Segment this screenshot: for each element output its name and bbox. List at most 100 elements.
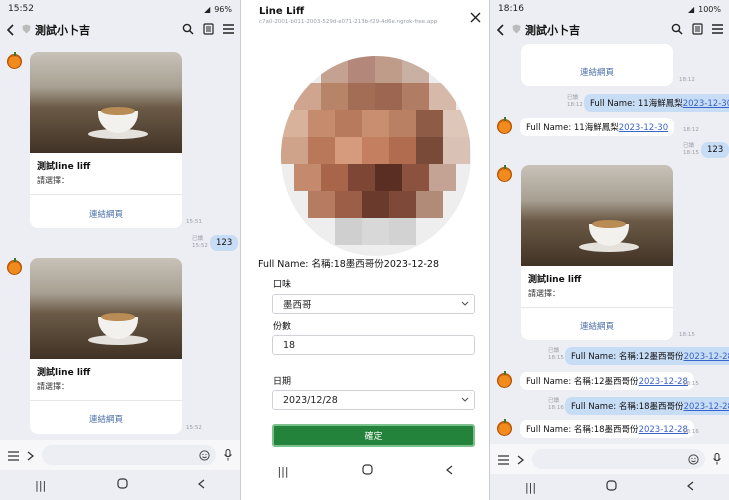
- message-time: 18:16: [548, 405, 564, 411]
- back-nav-icon[interactable]: [197, 479, 205, 492]
- bot-avatar[interactable]: [7, 258, 22, 275]
- bot-avatar[interactable]: [497, 117, 512, 134]
- message-time: 18:15: [683, 381, 699, 387]
- recent-apps-icon[interactable]: |||: [525, 481, 536, 494]
- system-nav-bar: |||: [490, 474, 729, 500]
- signal-icon: ◢: [687, 4, 695, 14]
- message-time: 18:12: [679, 77, 695, 83]
- card-link-button[interactable]: 連結網頁: [521, 66, 673, 78]
- back-icon[interactable]: [6, 24, 16, 36]
- outgoing-message: 123: [701, 142, 729, 158]
- read-receipt: 已讀: [192, 236, 204, 242]
- outgoing-message: 123: [210, 235, 239, 251]
- confirm-button[interactable]: 確定: [272, 424, 475, 447]
- notes-icon[interactable]: [692, 22, 703, 38]
- read-receipt: 已讀: [548, 398, 560, 404]
- date-link[interactable]: 2023-12-28: [639, 377, 688, 387]
- card-link-button[interactable]: 連結網頁: [521, 320, 673, 332]
- menu-icon[interactable]: [8, 446, 19, 465]
- message-time: 15:51: [186, 219, 202, 225]
- card-subtitle: 請選擇：: [37, 382, 69, 391]
- menu-icon[interactable]: [223, 23, 234, 37]
- home-icon[interactable]: [606, 480, 617, 494]
- close-icon[interactable]: [470, 8, 481, 27]
- chevron-right-icon[interactable]: [517, 450, 525, 469]
- emoji-icon[interactable]: [199, 446, 210, 465]
- liff-card: 測試line liff 請選擇： 連結網頁: [30, 258, 182, 434]
- screenshot-root: 15:52 ◢ 96% 測試小卜吉 測試line liff 請選擇： 連結網頁 …: [0, 0, 729, 500]
- liff-url: c7a0-2001-b011-2003-529d-e071-213b-f29-4…: [259, 19, 438, 25]
- bot-avatar[interactable]: [497, 165, 512, 182]
- emoji-icon[interactable]: [688, 450, 699, 469]
- back-nav-icon[interactable]: [445, 465, 453, 478]
- outgoing-message: Full Name: 名稱:12墨西哥份2023-12-28: [565, 347, 729, 365]
- message-time: 18:15: [683, 150, 699, 156]
- date-label: 日期: [273, 377, 292, 387]
- search-icon[interactable]: [671, 23, 683, 38]
- back-icon[interactable]: [496, 24, 506, 36]
- date-link[interactable]: 2023-12-28: [684, 402, 729, 412]
- system-nav-bar: |||: [241, 458, 489, 484]
- chat-title: 測試小卜吉: [35, 24, 90, 37]
- back-nav-icon[interactable]: [687, 481, 694, 494]
- quantity-value: 18: [283, 339, 296, 351]
- card-link-button[interactable]: 連結網頁: [30, 413, 182, 425]
- menu-icon[interactable]: [498, 450, 509, 469]
- chat-header: 測試小卜吉: [0, 18, 240, 42]
- home-icon[interactable]: [361, 464, 373, 478]
- menu-icon[interactable]: [712, 23, 723, 37]
- outgoing-message: Full Name: 名稱:18墨西哥份2023-12-28: [565, 397, 729, 415]
- bot-avatar[interactable]: [7, 52, 22, 69]
- message-time: 18:12: [567, 102, 583, 108]
- shield-icon: [512, 24, 521, 37]
- date-link[interactable]: 2023-12-28: [639, 425, 688, 435]
- quantity-label: 份數: [273, 322, 292, 332]
- chat-input-bar: [0, 440, 240, 470]
- recent-apps-icon[interactable]: |||: [277, 465, 288, 478]
- read-receipt: 已讀: [548, 348, 560, 354]
- card-title: 測試line liff: [37, 162, 91, 172]
- bot-avatar[interactable]: [497, 371, 512, 388]
- incoming-message: Full Name: 名稱:12墨西哥份2023-12-28: [520, 372, 694, 390]
- read-receipt: 已讀: [567, 95, 579, 101]
- card-subtitle: 請選擇：: [37, 176, 69, 185]
- notes-icon[interactable]: [203, 22, 214, 38]
- home-icon[interactable]: [116, 478, 128, 492]
- message-time: 18:15: [548, 355, 564, 361]
- status-bar: 18:16 ◢ 100%: [490, 0, 729, 18]
- liff-title: Line Liff: [259, 6, 305, 17]
- chevron-right-icon[interactable]: [27, 446, 35, 465]
- date-select[interactable]: 2023/12/28: [272, 390, 475, 410]
- card-title: 測試line liff: [528, 275, 582, 285]
- quantity-input[interactable]: 18: [272, 335, 475, 355]
- date-link[interactable]: 2023-12-30: [619, 123, 668, 133]
- shield-icon: [22, 24, 31, 37]
- message-time: 15:52: [186, 425, 202, 431]
- microphone-icon[interactable]: [713, 450, 721, 469]
- message-input[interactable]: [42, 445, 216, 465]
- battery-text: 100%: [698, 4, 721, 14]
- chat-title: 測試小卜吉: [525, 24, 580, 37]
- microphone-icon[interactable]: [224, 446, 232, 465]
- card-link-button[interactable]: 連結網頁: [30, 208, 182, 220]
- message-time: 18:16: [683, 429, 699, 435]
- message-input[interactable]: [532, 449, 705, 469]
- chat-screen-left: 15:52 ◢ 96% 測試小卜吉 測試line liff 請選擇： 連結網頁 …: [0, 0, 240, 500]
- liff-card: 連結網頁: [521, 44, 673, 86]
- liff-card: 測試line liff 請選擇： 連結網頁: [30, 52, 182, 228]
- flavor-select[interactable]: 墨西哥: [272, 294, 475, 314]
- recent-apps-icon[interactable]: |||: [35, 479, 46, 492]
- card-subtitle: 請選擇：: [528, 289, 560, 298]
- chevron-down-icon: [461, 299, 469, 312]
- flavor-label: 口味: [273, 280, 292, 290]
- incoming-message: Full Name: 名稱:18墨西哥份2023-12-28: [520, 420, 694, 438]
- search-icon[interactable]: [182, 23, 194, 38]
- date-link[interactable]: 2023-12-28: [684, 352, 729, 362]
- coffee-image: [521, 165, 673, 266]
- coffee-image: [30, 258, 182, 359]
- bot-avatar[interactable]: [497, 419, 512, 436]
- date-link[interactable]: 2023-12-30: [683, 99, 729, 109]
- outgoing-message: Full Name: 11海鮮鳳梨2023-12-30: [584, 94, 729, 112]
- chat-header: 測試小卜吉: [490, 18, 729, 42]
- status-time: 15:52: [8, 4, 34, 14]
